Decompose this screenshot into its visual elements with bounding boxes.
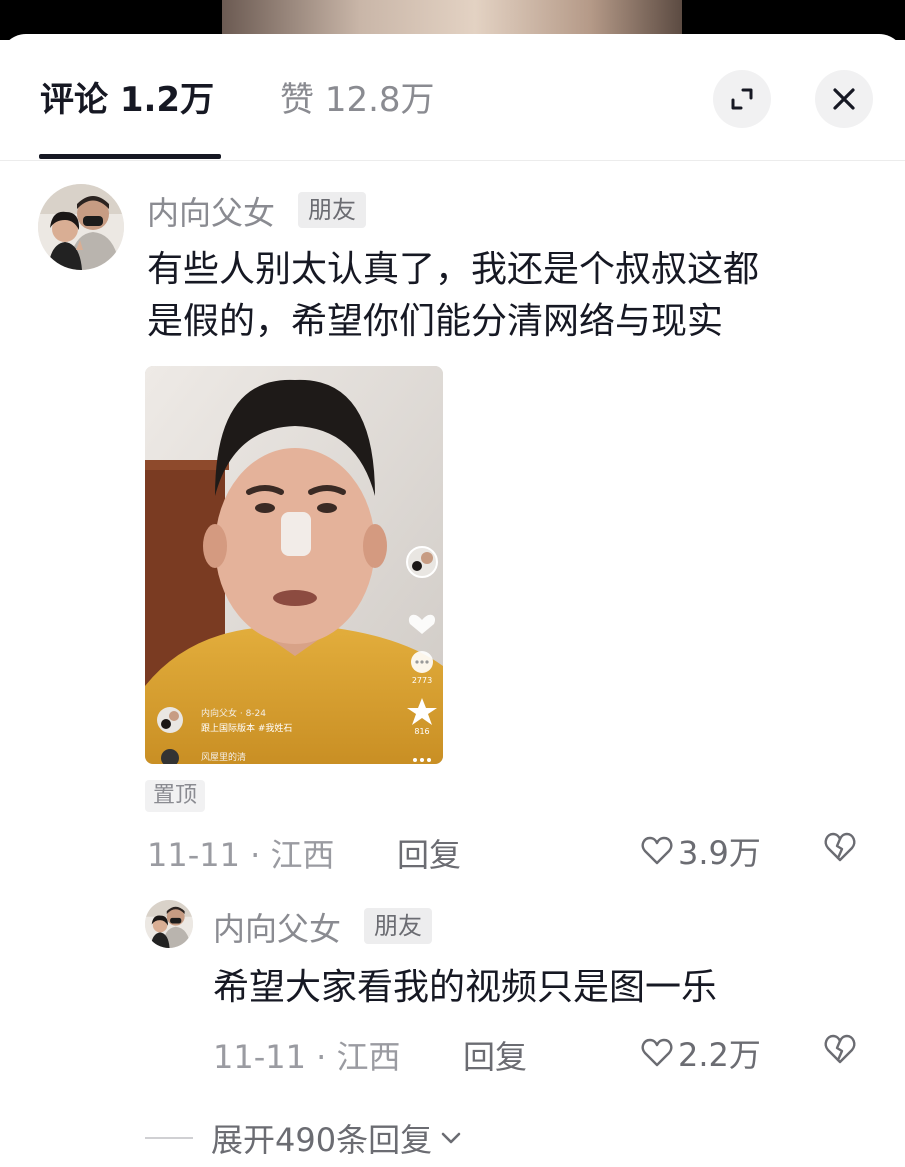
video-caption: 跟上国际版本 #我姓石 xyxy=(201,722,292,734)
comment-text-line: 是假的，希望你们能分清网络与现实 xyxy=(147,301,724,342)
heart-icon xyxy=(641,1038,673,1067)
like-button[interactable]: 3.9万 xyxy=(640,828,761,874)
comment-date: 11-11 xyxy=(213,1038,306,1076)
video-comment-count: 2773 xyxy=(412,676,432,685)
tab-comments-label: 评论 xyxy=(40,80,108,120)
like-button[interactable]: 2.2万 xyxy=(640,1030,761,1076)
video-comment-preview: 风屋里的清 xyxy=(201,751,246,763)
dislike-heart-icon xyxy=(824,1034,856,1064)
dislike-heart-icon xyxy=(824,832,856,862)
comment-meta: 11-11 · 江西 xyxy=(147,836,335,874)
comment-author[interactable]: 内向父女 xyxy=(147,188,275,234)
expand-divider xyxy=(145,1137,193,1139)
close-icon xyxy=(833,88,855,110)
comment-location: 江西 xyxy=(336,1038,401,1076)
video-star-count: 816 xyxy=(414,727,429,736)
like-count: 2.2万 xyxy=(678,1036,761,1074)
friend-badge: 朋友 xyxy=(364,908,432,944)
reply-button[interactable]: 回复 xyxy=(397,830,461,876)
close-button[interactable] xyxy=(815,70,873,128)
comment-text-line: 有些人别太认真了，我还是个叔叔这都 xyxy=(147,249,760,290)
comment-text: 希望大家看我的视频只是图一乐 xyxy=(213,967,718,1008)
expand-replies-label: 展开490条回复 xyxy=(211,1121,433,1159)
pinned-label: 置顶 xyxy=(145,780,206,812)
comment-meta: 11-11 · 江西 xyxy=(213,1038,401,1076)
comment-date: 11-11 xyxy=(147,836,240,874)
chevron-down-icon xyxy=(441,1132,461,1144)
expand-button[interactable] xyxy=(713,70,771,128)
tab-comments[interactable]: 评论 1.2万 xyxy=(40,78,214,122)
dislike-button[interactable] xyxy=(822,830,858,868)
reply-button[interactable]: 回复 xyxy=(463,1032,527,1078)
header-divider xyxy=(0,160,905,161)
video-author: 内向父女 · 8-24 xyxy=(201,707,266,719)
like-count: 3.9万 xyxy=(678,834,761,872)
dislike-button[interactable] xyxy=(822,1032,858,1070)
comment-text: 有些人别太认真了，我还是个叔叔这都 是假的，希望你们能分清网络与现实 xyxy=(147,244,877,348)
comment-video-thumbnail[interactable]: 2773 816 内向父女 · 8-24 跟上国际版本 #我姓石 风屋里的清 xyxy=(145,366,443,764)
active-tab-indicator xyxy=(39,154,221,159)
friend-badge: 朋友 xyxy=(298,192,366,228)
tab-likes[interactable]: 赞 12.8万 xyxy=(280,78,435,122)
heart-icon xyxy=(641,836,673,865)
avatar[interactable] xyxy=(145,900,193,948)
tab-likes-label: 赞 xyxy=(280,80,314,120)
expand-icon xyxy=(731,88,753,110)
tab-comments-count: 1.2万 xyxy=(119,80,215,120)
avatar[interactable] xyxy=(38,184,124,270)
comment-author[interactable]: 内向父女 xyxy=(213,904,341,950)
comment-location: 江西 xyxy=(270,836,335,874)
tab-likes-count: 12.8万 xyxy=(324,80,435,120)
expand-replies-button[interactable]: 展开490条回复 xyxy=(145,1115,466,1161)
